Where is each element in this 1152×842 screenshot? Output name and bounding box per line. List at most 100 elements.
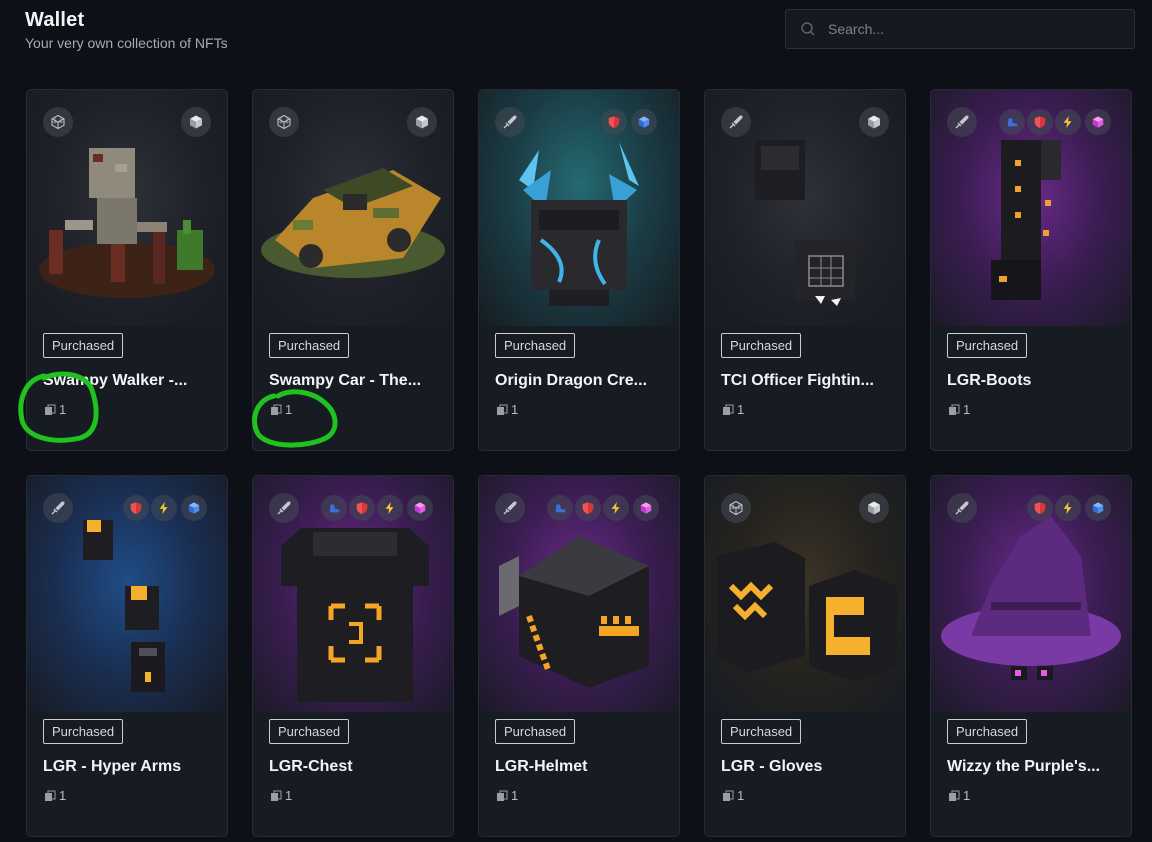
sword-icon xyxy=(43,493,73,523)
cube-outline-icon xyxy=(269,107,299,137)
count-value: 1 xyxy=(511,788,519,803)
copies-icon xyxy=(723,404,734,415)
pink-cube-icon xyxy=(1085,109,1111,135)
grey-cube-icon xyxy=(859,107,889,137)
copies-icon xyxy=(949,404,960,415)
count-value: 1 xyxy=(59,402,67,417)
nft-name: TCI Officer Fightin... xyxy=(721,372,874,389)
count-value: 1 xyxy=(737,402,745,417)
lightning-icon xyxy=(377,495,403,521)
copies-icon xyxy=(45,404,56,415)
nft-name: Swampy Walker -... xyxy=(43,372,188,389)
nft-card[interactable]: Purchased LGR - Gloves 1 xyxy=(704,475,906,837)
edition-count: 1 xyxy=(722,788,744,803)
copies-icon xyxy=(723,790,734,801)
nft-name: Wizzy the Purple's... xyxy=(947,758,1101,775)
grey-cube-icon xyxy=(407,107,437,137)
edition-count: 1 xyxy=(44,402,66,417)
shield-icon xyxy=(575,495,601,521)
nft-card[interactable]: Purchased LGR-Helmet 1 xyxy=(478,475,680,837)
sword-icon xyxy=(947,493,977,523)
nft-card[interactable]: Purchased LGR-Chest 1 xyxy=(252,475,454,837)
count-value: 1 xyxy=(963,402,971,417)
grey-cube-icon xyxy=(859,493,889,523)
copies-icon xyxy=(271,790,282,801)
page-title: Wallet xyxy=(25,9,85,31)
copies-icon xyxy=(271,404,282,415)
status-badge: Purchased xyxy=(269,719,350,744)
shield-icon xyxy=(123,495,149,521)
count-value: 1 xyxy=(59,788,67,803)
boot-icon xyxy=(321,495,347,521)
nft-card[interactable]: Purchased LGR-Boots 1 xyxy=(930,89,1132,451)
count-value: 1 xyxy=(963,788,971,803)
page-header: Wallet Your very own collection of NFTs xyxy=(25,9,228,51)
nft-name: Swampy Car - The... xyxy=(269,372,422,389)
grey-cube-icon xyxy=(181,107,211,137)
nft-card[interactable]: Purchased Wizzy the Purple's... 1 xyxy=(930,475,1132,837)
nft-name: Origin Dragon Cre... xyxy=(495,372,648,389)
edition-count: 1 xyxy=(44,788,66,803)
sword-icon xyxy=(495,107,525,137)
nft-card[interactable]: Purchased TCI Officer Fightin... 1 xyxy=(704,89,906,451)
lightning-icon xyxy=(603,495,629,521)
edition-count: 1 xyxy=(496,402,518,417)
status-badge: Purchased xyxy=(43,719,124,744)
shield-icon xyxy=(1027,495,1053,521)
edition-count: 1 xyxy=(948,788,970,803)
nft-card[interactable]: Purchased Swampy Car - The... 1 xyxy=(252,89,454,451)
status-badge: Purchased xyxy=(269,333,350,358)
sword-icon xyxy=(947,107,977,137)
copies-icon xyxy=(497,790,508,801)
boot-icon xyxy=(547,495,573,521)
edition-count: 1 xyxy=(270,402,292,417)
blue-cube-icon xyxy=(631,109,657,135)
lightning-icon xyxy=(151,495,177,521)
search-box[interactable] xyxy=(785,9,1135,49)
lightning-icon xyxy=(1055,109,1081,135)
copies-icon xyxy=(497,404,508,415)
cube-outline-icon xyxy=(721,493,751,523)
lightning-icon xyxy=(1055,495,1081,521)
pink-cube-icon xyxy=(407,495,433,521)
edition-count: 1 xyxy=(496,788,518,803)
cube-outline-icon xyxy=(43,107,73,137)
edition-count: 1 xyxy=(722,402,744,417)
status-badge: Purchased xyxy=(721,719,802,744)
boot-icon xyxy=(999,109,1025,135)
edition-count: 1 xyxy=(270,788,292,803)
count-value: 1 xyxy=(737,788,745,803)
search-input[interactable] xyxy=(828,21,1118,37)
nft-card[interactable]: Purchased LGR - Hyper Arms 1 xyxy=(26,475,228,837)
count-value: 1 xyxy=(285,402,293,417)
status-badge: Purchased xyxy=(495,333,576,358)
shield-icon xyxy=(601,109,627,135)
status-badge: Purchased xyxy=(721,333,802,358)
nft-card[interactable]: Purchased Origin Dragon Cre... 1 xyxy=(478,89,680,451)
sword-icon xyxy=(495,493,525,523)
status-badge: Purchased xyxy=(495,719,576,744)
nft-name: LGR - Hyper Arms xyxy=(43,758,182,775)
nft-name: LGR-Chest xyxy=(269,758,353,775)
count-value: 1 xyxy=(285,788,293,803)
nft-card[interactable]: Purchased Swampy Walker -... 1 xyxy=(26,89,228,451)
search-icon xyxy=(801,22,815,36)
copies-icon xyxy=(45,790,56,801)
count-value: 1 xyxy=(511,402,519,417)
page-subtitle: Your very own collection of NFTs xyxy=(25,35,228,51)
edition-count: 1 xyxy=(948,402,970,417)
shield-icon xyxy=(1027,109,1053,135)
nft-name: LGR-Helmet xyxy=(495,758,588,775)
blue-cube-icon xyxy=(181,495,207,521)
status-badge: Purchased xyxy=(947,333,1028,358)
sword-icon xyxy=(721,107,751,137)
pink-cube-icon xyxy=(633,495,659,521)
status-badge: Purchased xyxy=(947,719,1028,744)
nft-name: LGR-Boots xyxy=(947,372,1032,389)
blue-cube-icon xyxy=(1085,495,1111,521)
shield-icon xyxy=(349,495,375,521)
status-badge: Purchased xyxy=(43,333,124,358)
copies-icon xyxy=(949,790,960,801)
nft-name: LGR - Gloves xyxy=(721,758,823,775)
sword-icon xyxy=(269,493,299,523)
